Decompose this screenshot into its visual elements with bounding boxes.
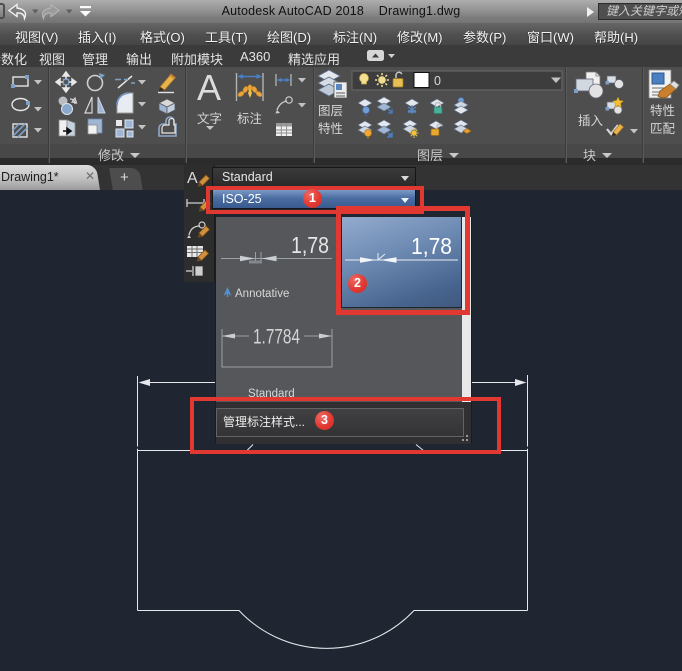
- svg-text:0: 0: [434, 74, 441, 88]
- svg-text:Annotative: Annotative: [235, 288, 289, 300]
- svg-text:A: A: [187, 170, 198, 187]
- svg-text:1.7784: 1.7784: [253, 326, 300, 349]
- svg-text:1,78: 1,78: [291, 232, 329, 258]
- svg-text:A: A: [197, 67, 221, 108]
